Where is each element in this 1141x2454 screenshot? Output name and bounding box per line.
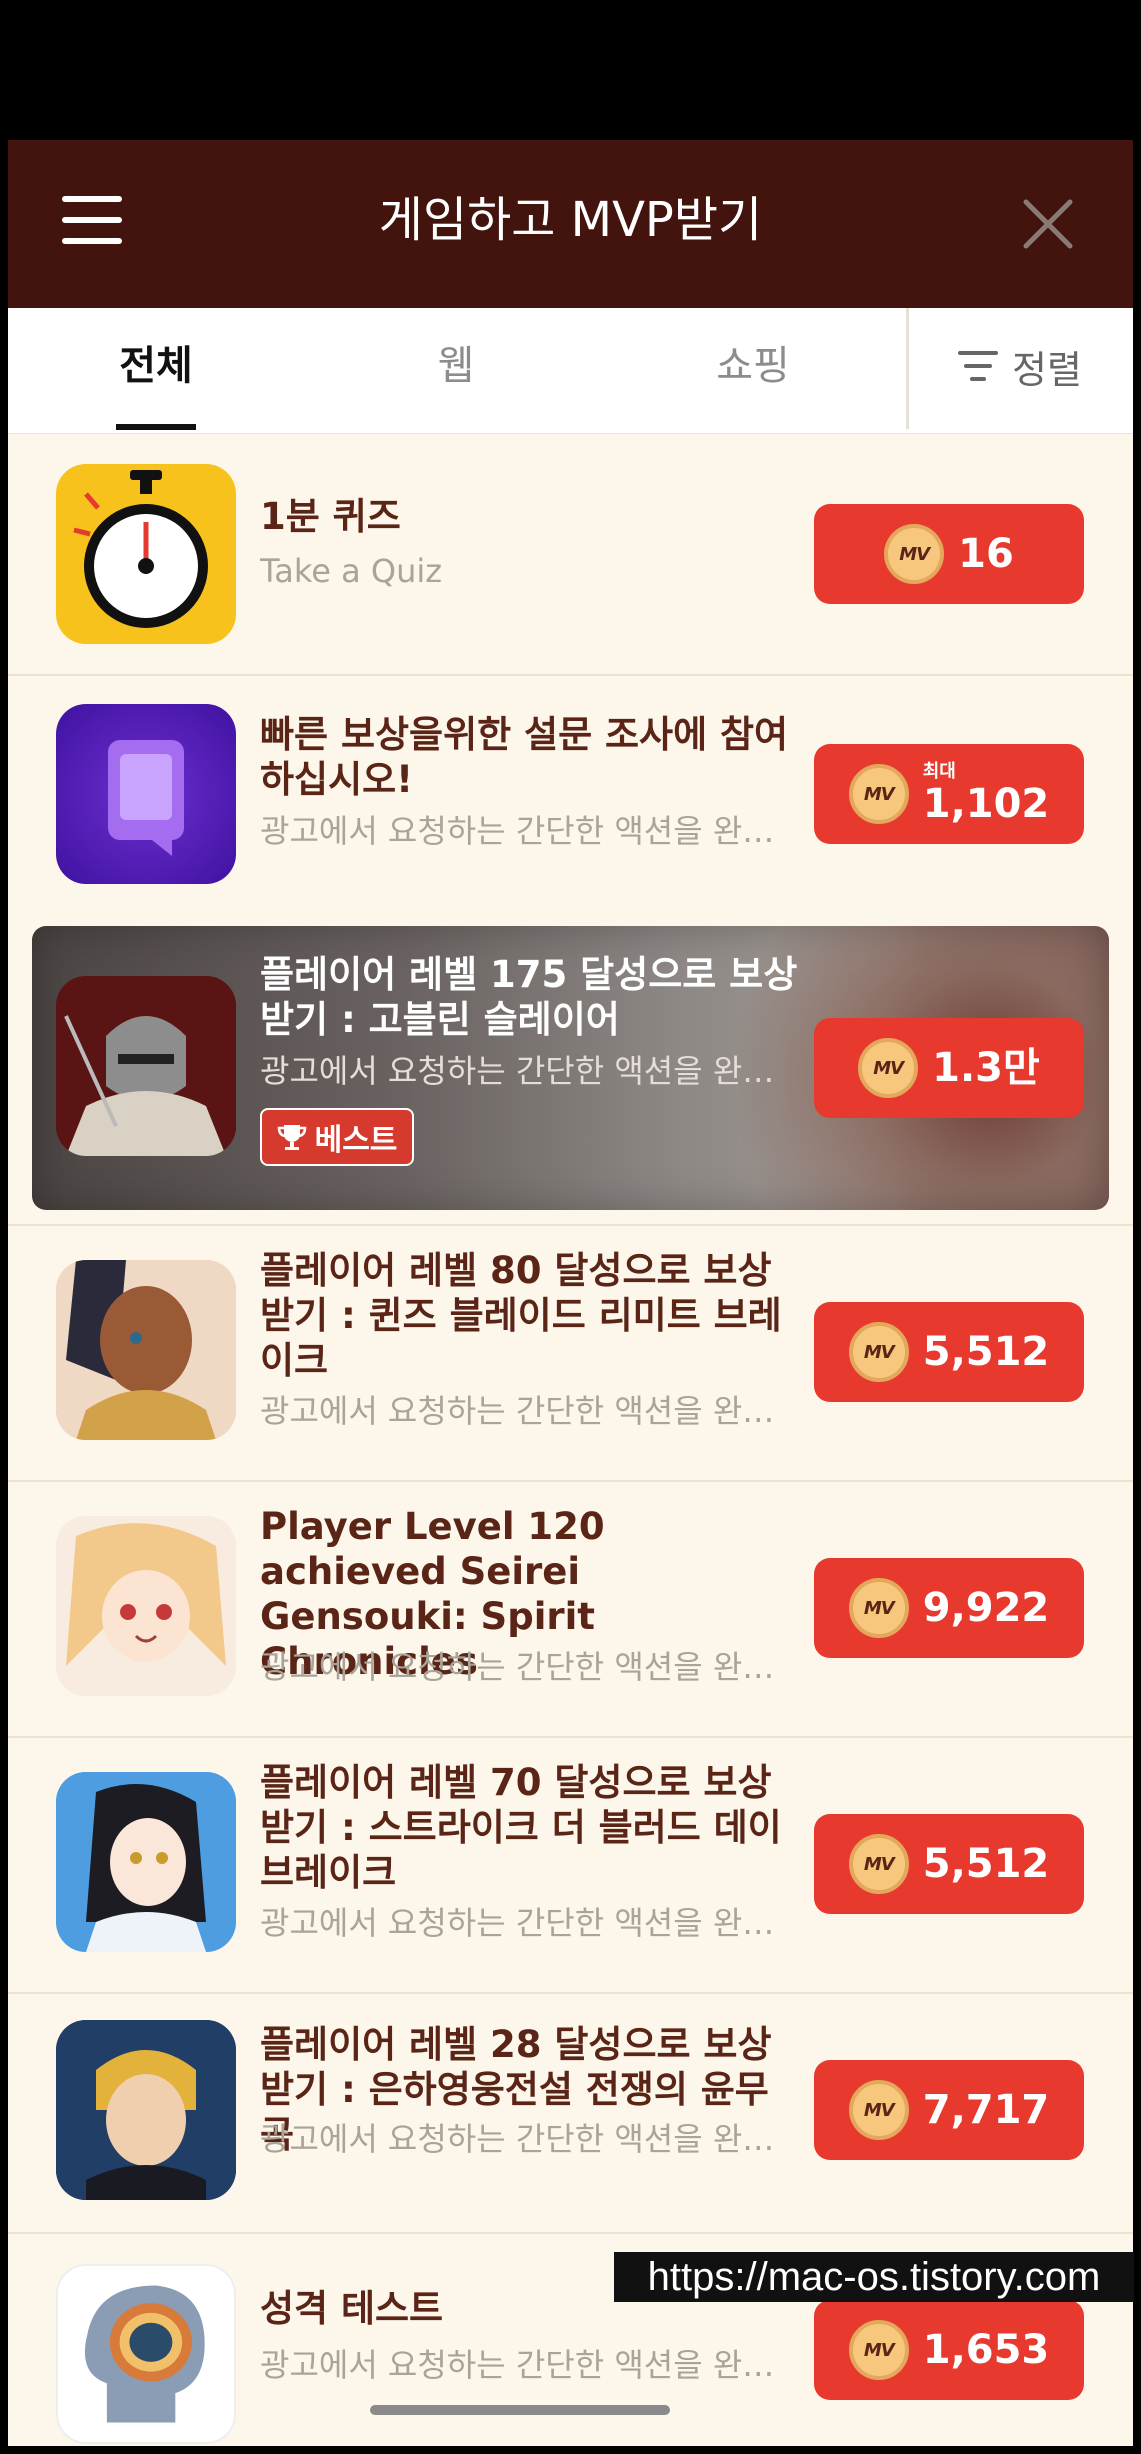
mvp-coin-icon: MV — [848, 2080, 909, 2140]
list-item[interactable]: Player Level 120 achieved Seirei Gensouk… — [8, 1480, 1133, 1738]
reward-max-label: 최대 — [922, 761, 956, 782]
offer-title: 플레이어 레벨 70 달성으로 보상 받기 : 스트라이크 더 블러드 데이브레… — [260, 1761, 782, 1894]
sort-icon — [958, 351, 998, 381]
reward-amount: 9,922 — [922, 1585, 1050, 1631]
offer-subtitle: Take a Quiz — [260, 552, 443, 590]
mvp-coin-icon: MV — [848, 2320, 909, 2380]
reward-button[interactable]: MV 7,717 — [814, 2060, 1084, 2160]
offer-title: 플레이어 레벨 80 달성으로 보상 받기 : 퀸즈 블레이드 리미트 브레이크 — [260, 1249, 782, 1382]
mvp-coin-icon: MV — [884, 524, 945, 584]
reward-button[interactable]: MV 5,512 — [814, 1302, 1084, 1402]
tab-bar: 전체 웹 쇼핑 정렬 — [8, 308, 1133, 434]
reward-amount: 1,653 — [922, 2327, 1050, 2373]
tab-shopping[interactable]: 쇼핑 — [663, 338, 843, 394]
reward-amount: 1.3만 — [932, 1045, 1040, 1091]
reward-button[interactable]: MV 1.3만 — [814, 1018, 1084, 1118]
reward-amount: 5,512 — [922, 1841, 1050, 1887]
tab-all[interactable]: 전체 — [66, 338, 246, 394]
strike-the-blood-app-icon — [56, 1772, 236, 1952]
home-indicator — [370, 2405, 670, 2415]
best-badge-label: 베스트 — [314, 1123, 398, 1158]
stopwatch-icon — [56, 464, 236, 644]
mvp-coin-icon: MV — [858, 1038, 919, 1098]
trophy-icon — [277, 1125, 306, 1150]
list-item[interactable]: 플레이어 레벨 70 달성으로 보상 받기 : 스트라이크 더 블러드 데이브레… — [8, 1736, 1133, 1994]
reward-amount: 1,102 — [922, 781, 1050, 827]
seirei-gensouki-app-icon — [56, 1516, 236, 1696]
reward-button[interactable]: MV 5,512 — [814, 1814, 1084, 1914]
offer-subtitle: 광고에서 요청하는 간단한 액션을 완료... — [260, 1648, 800, 1686]
survey-icon — [56, 704, 236, 884]
queens-blade-app-icon — [56, 1260, 236, 1440]
mvp-coin-icon: MV — [848, 764, 909, 824]
reward-button[interactable]: MV 9,922 — [814, 1558, 1084, 1658]
close-icon[interactable] — [1020, 196, 1076, 252]
header: 게임하고 MVP받기 — [8, 140, 1133, 308]
watermark: https://mac-os.tistory.com — [614, 2252, 1134, 2302]
offer-title: 1분 퀴즈 — [260, 495, 401, 538]
list-item[interactable]: 1분 퀴즈 Take a Quiz MV 16 — [8, 434, 1133, 676]
reward-button[interactable]: MV 16 — [814, 504, 1084, 604]
sort-label: 정렬 — [1012, 347, 1082, 392]
list-item[interactable]: 빠른 보상을위한 설문 조사에 참여하십시오! 광고에서 요청하는 간단한 액션… — [8, 674, 1133, 916]
reward-button[interactable]: MV 최대 1,102 — [814, 744, 1084, 844]
sort-button[interactable]: 정렬 — [958, 338, 1082, 394]
best-badge: 베스트 — [260, 1108, 414, 1166]
offer-subtitle: 광고에서 요청하는 간단한 액션을 완료... — [260, 1392, 800, 1430]
offer-subtitle: 광고에서 요청하는 간단한 액션을 완료... — [260, 2346, 800, 2384]
personality-test-icon — [56, 2264, 236, 2444]
mvp-coin-icon: MV — [848, 1834, 909, 1894]
reward-amount: 7,717 — [922, 2087, 1050, 2133]
app-frame: 게임하고 MVP받기 전체 웹 쇼핑 정렬 1분 퀴즈 Take a Quiz … — [8, 140, 1133, 2446]
offer-subtitle: 광고에서 요청하는 간단한 액션을 완료... — [260, 812, 800, 850]
offer-title: 플레이어 레벨 175 달성으로 보상 받기 : 고블린 슬레이어 — [260, 953, 798, 1041]
mvp-coin-icon: MV — [848, 1322, 909, 1382]
reward-button[interactable]: MV 1,653 — [814, 2300, 1084, 2400]
offer-subtitle: 광고에서 요청하는 간단한 액션을 완료... — [260, 1052, 800, 1090]
galactic-heroes-app-icon — [56, 2020, 236, 2200]
reward-amount: 16 — [958, 531, 1014, 577]
offer-subtitle: 광고에서 요청하는 간단한 액션을 완료... — [260, 1904, 800, 1942]
mvp-coin-icon: MV — [848, 1578, 909, 1638]
page-title: 게임하고 MVP받기 — [378, 192, 763, 248]
tab-web[interactable]: 웹 — [366, 338, 546, 394]
active-tab-indicator — [116, 424, 196, 430]
offer-title: 빠른 보상을위한 설문 조사에 참여하십시오! — [260, 713, 789, 801]
offer-subtitle: 광고에서 요청하는 간단한 액션을 완료... — [260, 2120, 800, 2158]
list-item[interactable]: 플레이어 레벨 80 달성으로 보상 받기 : 퀸즈 블레이드 리미트 브레이크… — [8, 1224, 1133, 1482]
reward-amount: 5,512 — [922, 1329, 1050, 1375]
list-item[interactable]: 플레이어 레벨 28 달성으로 보상 받기 : 은하영웅전설 전쟁의 윤무곡 광… — [8, 1992, 1133, 2234]
goblin-slayer-app-icon — [56, 976, 236, 1156]
tab-divider — [906, 308, 909, 429]
list-item[interactable]: 플레이어 레벨 175 달성으로 보상 받기 : 고블린 슬레이어 광고에서 요… — [8, 914, 1133, 1226]
